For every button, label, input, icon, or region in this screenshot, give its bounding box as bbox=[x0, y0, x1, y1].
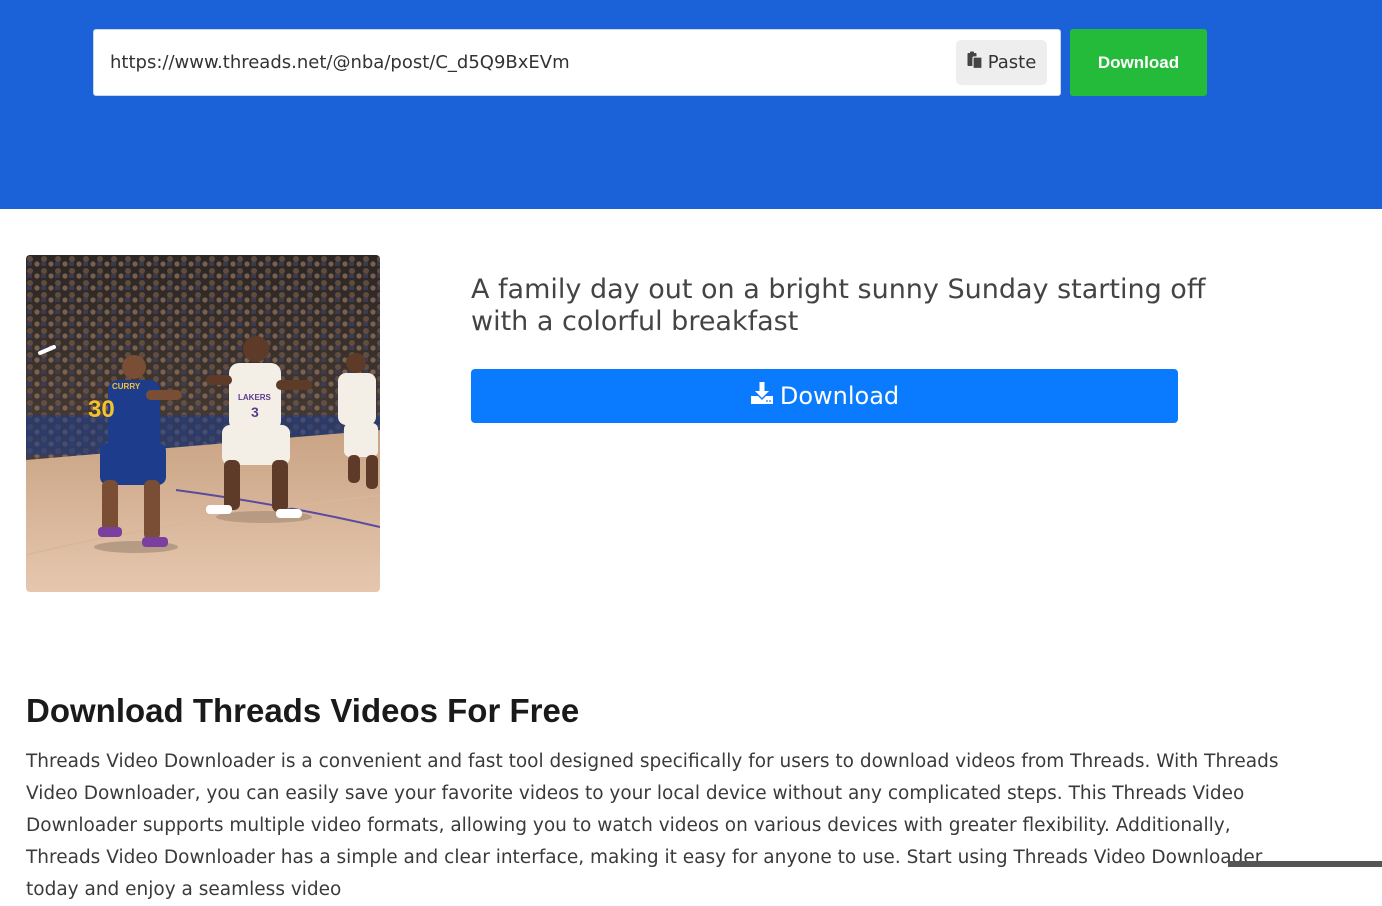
bottom-scroll-indicator bbox=[1228, 861, 1382, 867]
hero-banner: Paste Download bbox=[0, 0, 1382, 209]
left-jersey-number: 30 bbox=[88, 396, 115, 423]
submit-download-button[interactable]: Download bbox=[1070, 29, 1207, 96]
basketball-scene-image: 30 CURRY LAKERS 3 bbox=[26, 255, 380, 592]
video-download-button[interactable]: Download bbox=[471, 369, 1178, 423]
url-input-container: Paste bbox=[93, 29, 1061, 96]
paste-button-label: Paste bbox=[987, 52, 1037, 73]
url-input[interactable] bbox=[110, 30, 950, 95]
download-icon bbox=[750, 381, 774, 411]
right-jersey-number: 3 bbox=[251, 404, 259, 420]
paste-button[interactable]: Paste bbox=[956, 40, 1047, 85]
article-body: Threads Video Downloader is a convenient… bbox=[26, 751, 1279, 900]
clipboard-icon bbox=[967, 51, 983, 74]
video-download-label: Download bbox=[779, 382, 900, 410]
left-jersey-name: CURRY bbox=[112, 382, 141, 391]
video-thumbnail[interactable]: 30 CURRY LAKERS 3 bbox=[26, 255, 380, 592]
right-jersey-name: LAKERS bbox=[238, 393, 272, 402]
video-caption: A family day out on a bright sunny Sunda… bbox=[471, 274, 1206, 337]
article-title: Download Threads Videos For Free bbox=[26, 692, 580, 729]
